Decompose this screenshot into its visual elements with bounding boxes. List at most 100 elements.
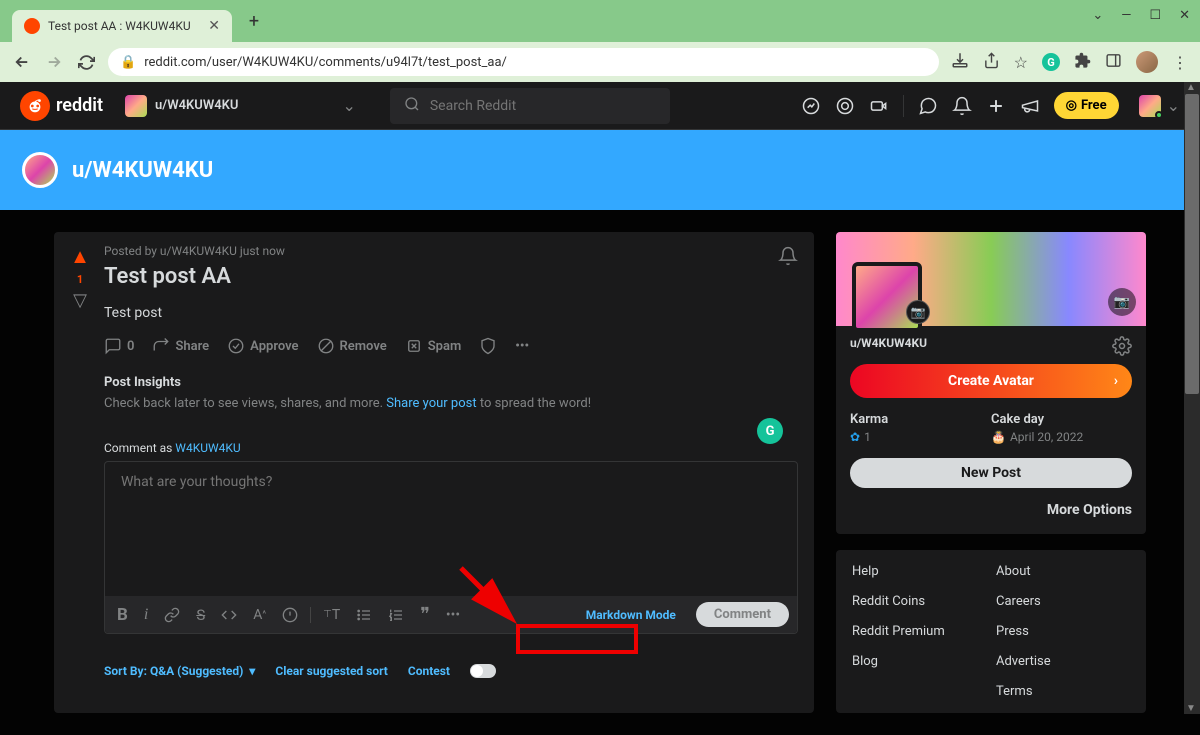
profile-banner: u/W4KUW4KU [0,130,1200,210]
quote-icon[interactable]: ❞ [416,600,434,629]
strikethrough-icon[interactable]: S [192,602,209,628]
chat-icon[interactable] [918,96,938,116]
popular-icon[interactable] [801,96,821,116]
careers-link[interactable]: Careers [996,594,1041,609]
extensions-puzzle-icon[interactable] [1074,52,1091,73]
url-input[interactable]: 🔒 reddit.com/user/W4KUW4KU/comments/u94l… [108,48,939,76]
press-link[interactable]: Press [996,624,1029,639]
spoiler-icon[interactable] [278,603,302,627]
new-post-button[interactable]: New Post [850,458,1132,488]
share-icon[interactable] [983,52,1000,73]
share-action[interactable]: Share [152,337,209,355]
comment-button[interactable]: Comment [696,602,789,627]
post-content: Test post [104,305,798,321]
about-link[interactable]: About [996,564,1031,579]
reddit-logo[interactable]: reddit [20,91,103,121]
approve-action[interactable]: Approve [227,337,298,355]
post-byline: Posted by u/W4KUW4KU just now [104,244,798,258]
side-panel-icon[interactable] [1105,52,1122,73]
blog-link[interactable]: Blog [852,654,878,669]
bullet-list-icon[interactable] [352,603,376,627]
superscript-icon[interactable]: A^ [249,603,270,627]
maximize-icon[interactable]: ☐ [1149,8,1161,23]
chevron-down-icon[interactable]: ⌄ [342,96,355,115]
terms-link[interactable]: Terms [996,684,1033,699]
italic-icon[interactable]: i [140,602,152,628]
scroll-down-icon[interactable]: ▼ [1186,703,1196,714]
more-formatting-icon[interactable]: ••• [442,603,464,627]
reddit-coins-link[interactable]: Reddit Coins [852,594,925,609]
live-icon[interactable] [869,96,889,116]
advertise-link[interactable]: Advertise [996,654,1051,669]
reload-icon[interactable] [76,52,96,72]
free-button[interactable]: ◎ Free [1054,92,1119,119]
coin-icon[interactable] [835,96,855,116]
close-window-icon[interactable]: ✕ [1179,8,1190,23]
bold-icon[interactable]: B [113,601,132,629]
tab-title: Test post AA : W4KUW4KU [48,19,200,33]
extension-icons: ☆ G ⋮ [951,51,1188,73]
grammarly-badge-icon[interactable]: G [757,418,783,444]
share-your-post-link[interactable]: Share your post [386,396,476,411]
inline-code-icon[interactable] [217,603,241,627]
minimize-icon[interactable]: — [1121,8,1131,23]
link-icon[interactable] [160,603,184,627]
search-input[interactable] [390,88,670,124]
downvote-icon[interactable]: ▽ [73,290,87,311]
remove-action[interactable]: Remove [317,337,387,355]
sort-by-picker[interactable]: Sort By: Q&A (Suggested) ▾ [104,664,255,678]
notifications-bell-icon[interactable] [952,96,972,116]
chevron-down-icon[interactable]: ⌄ [1092,8,1103,23]
url-text: reddit.com/user/W4KUW4KU/comments/u94l7t… [144,55,507,70]
post-author-link[interactable]: u/W4KUW4KU [160,244,237,258]
close-tab-icon[interactable]: ✕ [208,18,220,34]
comment-as-user-link[interactable]: W4KUW4KU [175,441,240,455]
post-insights-text: Check back later to see views, shares, a… [104,396,798,411]
chrome-profile-avatar[interactable] [1136,51,1158,73]
heading-icon[interactable]: ⊤T [319,603,344,627]
lock-icon: 🔒 [120,55,136,70]
profile-cover: 📷 📷 [836,232,1146,326]
gear-icon[interactable] [1112,336,1132,360]
user-menu[interactable]: ⌄ [1139,95,1180,117]
comment-editor: G B i S A^ ⊤T ❞ ••• [104,461,798,634]
bookmark-star-icon[interactable]: ☆ [1014,53,1028,72]
post-notifications-bell-icon[interactable] [778,246,798,270]
install-icon[interactable] [951,51,969,73]
chrome-menu-icon[interactable]: ⋮ [1172,53,1188,72]
search-field[interactable] [430,98,656,114]
help-link[interactable]: Help [852,564,879,579]
scrollbar-thumb[interactable] [1185,94,1199,394]
forward-icon[interactable] [44,52,64,72]
divider [903,95,904,117]
upvote-icon[interactable]: ▲ [70,244,90,269]
spam-action[interactable]: Spam [405,337,462,355]
markdown-mode-button[interactable]: Markdown Mode [580,604,682,626]
post-title: Test post AA [104,264,798,289]
comment-textarea[interactable] [105,462,797,592]
more-action[interactable]: ••• [515,339,529,354]
reddit-premium-link[interactable]: Reddit Premium [852,624,945,639]
post-panel: ▲ 1 ▽ Posted by u/W4KUW4KU just now Test… [54,232,814,713]
create-avatar-button[interactable]: Create Avatar› [850,364,1132,398]
browser-tab[interactable]: Test post AA : W4KUW4KU ✕ [12,10,232,42]
contest-toggle[interactable] [470,664,496,678]
scrollbar[interactable]: ▲ ▼ [1184,82,1200,714]
edit-cover-camera-icon[interactable]: 📷 [1108,288,1136,316]
grammarly-icon[interactable]: G [1042,53,1060,71]
profile-card-username: u/W4KUW4KU [850,336,1132,350]
new-tab-button[interactable]: + [240,7,268,35]
edit-avatar-camera-icon[interactable]: 📷 [906,300,930,324]
comments-action[interactable]: 0 [104,337,134,355]
more-options-button[interactable]: More Options [850,502,1132,518]
scroll-up-icon[interactable]: ▲ [1186,82,1196,93]
clear-suggested-sort[interactable]: Clear suggested sort [275,664,388,678]
back-icon[interactable] [12,52,32,72]
shield-action[interactable] [479,337,497,355]
karma-stat: Karma ✿1 [850,412,991,444]
community-picker[interactable]: u/W4KUW4KU [125,95,238,117]
megaphone-icon[interactable] [1020,96,1040,116]
number-list-icon[interactable] [384,603,408,627]
create-post-icon[interactable] [986,96,1006,116]
chevron-down-icon: ⌄ [1167,96,1180,115]
